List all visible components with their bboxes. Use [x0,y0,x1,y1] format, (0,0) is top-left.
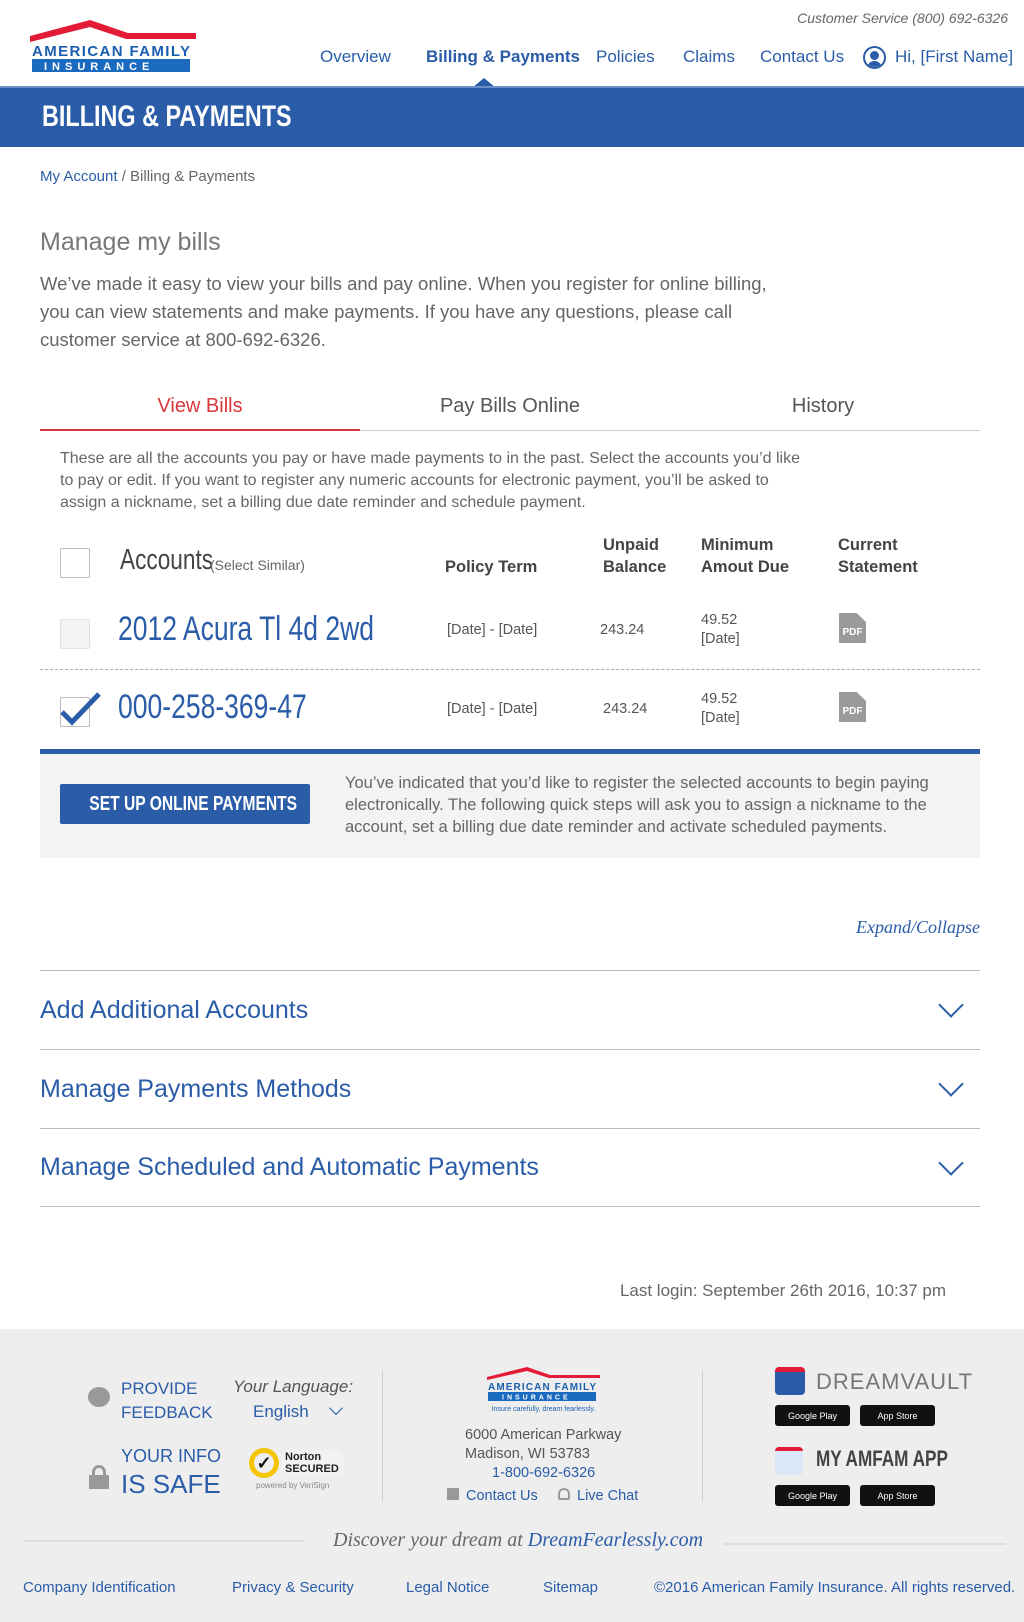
chevron-down-icon [938,992,964,1018]
amfam-logo[interactable]: AMERICAN FAMILY INSURANCE [30,20,196,73]
my-amfam-app-title: MY AMFAM APP [816,1446,948,1471]
setup-online-payments-button[interactable]: SET UP ONLINE PAYMENTS [60,784,310,824]
current-statement-header: Current Statement [838,536,918,576]
row-checkbox[interactable] [60,619,90,649]
banner-title: BILLING & PAYMENTS [42,100,292,133]
page-title: Manage my bills [40,228,221,256]
dreamfearlessly-link[interactable]: DreamFearlessly.com [528,1529,703,1551]
feedback-icon [88,1387,110,1407]
your-info-text: YOUR INFO [121,1446,222,1466]
user-icon[interactable] [863,46,886,69]
nav-billing-payments[interactable]: Billing & Payments [426,47,580,67]
lock-icon [89,1465,109,1489]
footer-phone[interactable]: 1-800-692-6326 [492,1465,595,1481]
tab-view-bills[interactable]: View Bills [40,395,360,418]
language-label: Your Language: [233,1377,354,1396]
accordion-add-accounts[interactable]: Add Additional Accounts [40,970,980,1049]
unpaid-balance: 243.24 [600,622,645,638]
dreamvault-app-icon [775,1367,805,1395]
active-tab-underline [40,429,360,431]
unpaid-balance: 243.24 [603,701,648,717]
customer-service-phone: Customer Service (800) 692-6326 [797,10,1008,26]
headset-icon [558,1488,570,1500]
breadcrumb-my-account[interactable]: My Account [40,168,118,185]
footer-divider [702,1371,703,1501]
tab-history[interactable]: History [663,395,983,418]
norton-secured-badge: ✓ Norton SECURED powered by VeriSign [249,1444,344,1490]
minimum-amount: 49.52 [701,691,738,707]
pdf-statement-icon[interactable]: PDF [839,692,866,722]
nav-overview[interactable]: Overview [320,47,391,67]
user-greeting[interactable]: Hi, [First Name] [895,47,1013,67]
policy-term: [Date] - [Date] [447,622,538,638]
discover-tagline: Discover your dream at DreamFearlessly.c… [333,1529,704,1551]
svg-text:AMERICAN FAMILY: AMERICAN FAMILY [488,1382,596,1393]
minimum-amount: 49.52 [701,612,738,628]
footer-link-sitemap[interactable]: Sitemap [543,1579,598,1596]
svg-text:INSURANCE: INSURANCE [502,1395,571,1402]
nav-contact-us[interactable]: Contact Us [760,47,844,67]
footer: PROVIDE FEEDBACK Your Language: English Y… [0,1329,1024,1622]
last-login: Last login: September 26th 2016, 10:37 p… [619,1281,946,1300]
nav-policies[interactable]: Policies [596,47,655,67]
select-all-checkbox[interactable] [60,548,90,578]
unpaid-balance-header: Unpaid Balance [603,536,667,576]
chevron-down-icon [938,1149,964,1176]
language-select[interactable]: English [253,1400,343,1422]
footer-link-legal-notice[interactable]: Legal Notice [406,1579,489,1596]
accounts-description: These are all the accounts you pay or ha… [60,450,800,511]
accordion-payment-methods[interactable]: Manage Payments Methods [40,1049,980,1128]
provide-feedback-link[interactable]: PROVIDE FEEDBACK [121,1377,213,1425]
footer-live-chat[interactable]: Live Chat [558,1488,638,1504]
footer-link-company-identification[interactable]: Company Identification [23,1579,176,1596]
setup-panel: SET UP ONLINE PAYMENTS You’ve indicated … [40,749,980,858]
svg-text:AMERICAN FAMILY: AMERICAN FAMILY [32,43,190,60]
chevron-down-icon [328,1400,343,1416]
policy-term: [Date] - [Date] [447,701,538,717]
page-banner: BILLING & PAYMENTS [0,86,1024,147]
google-play-badge[interactable]: Google Play [775,1485,850,1506]
row-divider [40,669,980,670]
top-header: Customer Service (800) 692-6326 AMERICAN… [0,0,1024,86]
footer-divider [382,1371,383,1501]
chevron-down-icon [938,1071,964,1097]
row-checkbox-checked[interactable] [60,692,101,727]
pdf-statement-icon[interactable]: PDF [839,613,866,643]
policy-term-header: Policy Term [445,558,538,576]
breadcrumb: My Account / Billing & Payments [40,168,255,185]
copyright: ©2016 American Family Insurance. All rig… [654,1579,1016,1596]
footer-link-privacy-security[interactable]: Privacy & Security [232,1579,354,1596]
app-store-badge[interactable]: App Store [860,1405,935,1426]
contact-card-icon [447,1488,459,1500]
footer-rule [724,1543,1006,1545]
breadcrumb-current: / Billing & Payments [117,168,256,185]
footer-logo: AMERICAN FAMILY INSURANCE Insure carefull… [487,1367,600,1413]
app-store-badge[interactable]: App Store [860,1485,935,1506]
nav-claims[interactable]: Claims [683,47,735,67]
minimum-due-header: Minimum Amout Due [701,536,789,576]
tab-pay-bills-online[interactable]: Pay Bills Online [350,395,670,418]
is-safe-text: IS SAFE [121,1469,221,1499]
footer-rule [23,1540,305,1542]
account-link[interactable]: 2012 Acura Tl 4d 2wd [118,610,446,649]
account-link[interactable]: 000-258-369-47 [118,688,360,727]
intro-text: We’ve made it easy to view your bills an… [40,273,767,350]
minimum-due-date: [Date] [701,631,740,647]
dreamvault-title: DREAMVAULT [816,1369,974,1394]
google-play-badge[interactable]: Google Play [775,1405,850,1426]
svg-text:INSURANCE: INSURANCE [44,61,154,72]
select-similar-link[interactable]: (Select Similar) [210,557,305,573]
setup-description: You’ve indicated that you’d like to regi… [345,774,929,836]
footer-contact-us[interactable]: Contact Us [447,1488,538,1504]
accordion-scheduled-payments[interactable]: Manage Scheduled and Automatic Payments [40,1128,980,1207]
minimum-due-date: [Date] [701,710,740,726]
amfam-app-icon [775,1447,803,1475]
expand-collapse-link[interactable]: Expand/Collapse [856,917,980,938]
address: 6000 American Parkway Madison, WI 53783 [465,1427,622,1462]
